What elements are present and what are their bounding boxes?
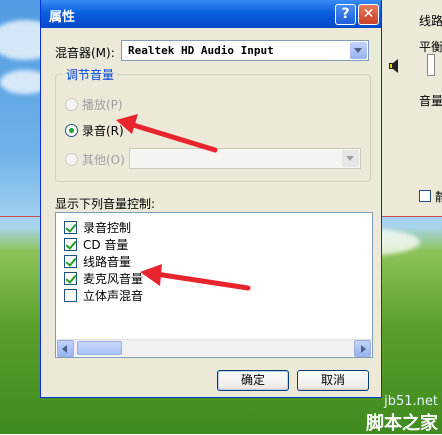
- speaker-icon: [389, 59, 398, 73]
- mixer-dropdown[interactable]: Realtek HD Audio Input: [121, 40, 369, 61]
- balance-slider-thumb[interactable]: [427, 54, 435, 76]
- properties-dialog: 属性 ? ✕ 混音器(M): Realtek HD Audio Input 调节…: [40, 0, 382, 398]
- watermark: jb51.net 脚本之家: [366, 394, 438, 435]
- list-item-label: 线路音量: [83, 255, 132, 269]
- group-title: 调节音量: [63, 66, 118, 83]
- mute-label: 静: [435, 190, 442, 204]
- bg-col-label: 线路: [419, 14, 442, 28]
- bg-col-label: 音量: [419, 94, 442, 108]
- help-button[interactable]: ?: [335, 4, 356, 25]
- list-item-label: 录音控制: [83, 221, 132, 235]
- checkbox[interactable]: [64, 238, 77, 251]
- dialog-title: 属性: [49, 10, 76, 25]
- list-item[interactable]: 立体声混音: [64, 287, 143, 304]
- chevron-down-icon[interactable]: [342, 150, 359, 167]
- list-label: 显示下列音量控制:: [55, 197, 156, 211]
- close-button[interactable]: ✕: [358, 4, 379, 25]
- mute-checkbox[interactable]: [419, 190, 431, 202]
- watermark-brand: 脚本之家: [366, 413, 438, 434]
- list-item-label: CD 音量: [83, 238, 129, 252]
- bg-col-label: 平衡: [419, 40, 442, 54]
- red-arrow-icon: [116, 114, 218, 153]
- radio-button[interactable]: [65, 124, 78, 137]
- list-item[interactable]: CD 音量: [64, 236, 128, 253]
- horizontal-scrollbar[interactable]: [57, 339, 371, 357]
- checkbox[interactable]: [64, 255, 77, 268]
- scroll-right-icon[interactable]: [354, 340, 371, 357]
- checkbox[interactable]: [64, 221, 77, 234]
- cancel-button[interactable]: 取消: [297, 370, 369, 391]
- checkbox[interactable]: [64, 272, 77, 285]
- watermark-url: jb51.net: [384, 394, 438, 409]
- background-mixer-window: 线路 平衡 音量 静: [378, 0, 442, 216]
- mixer-label: 混音器(M):: [55, 46, 115, 60]
- scrollbar-thumb[interactable]: [77, 341, 122, 355]
- checkbox[interactable]: [64, 289, 77, 302]
- list-item[interactable]: 麦克风音量: [64, 270, 143, 287]
- ok-button[interactable]: 确定: [217, 370, 289, 391]
- scroll-left-icon[interactable]: [57, 340, 74, 357]
- radio-button[interactable]: [65, 153, 78, 166]
- title-bar[interactable]: 属性 ? ✕: [41, 0, 381, 28]
- list-item[interactable]: 录音控制: [64, 219, 131, 236]
- red-arrow-icon: [140, 264, 251, 291]
- chevron-down-icon[interactable]: [350, 42, 367, 59]
- radio-button[interactable]: [65, 98, 78, 111]
- mixer-value: Realtek HD Audio Input: [128, 44, 274, 57]
- list-item[interactable]: 线路音量: [64, 253, 131, 270]
